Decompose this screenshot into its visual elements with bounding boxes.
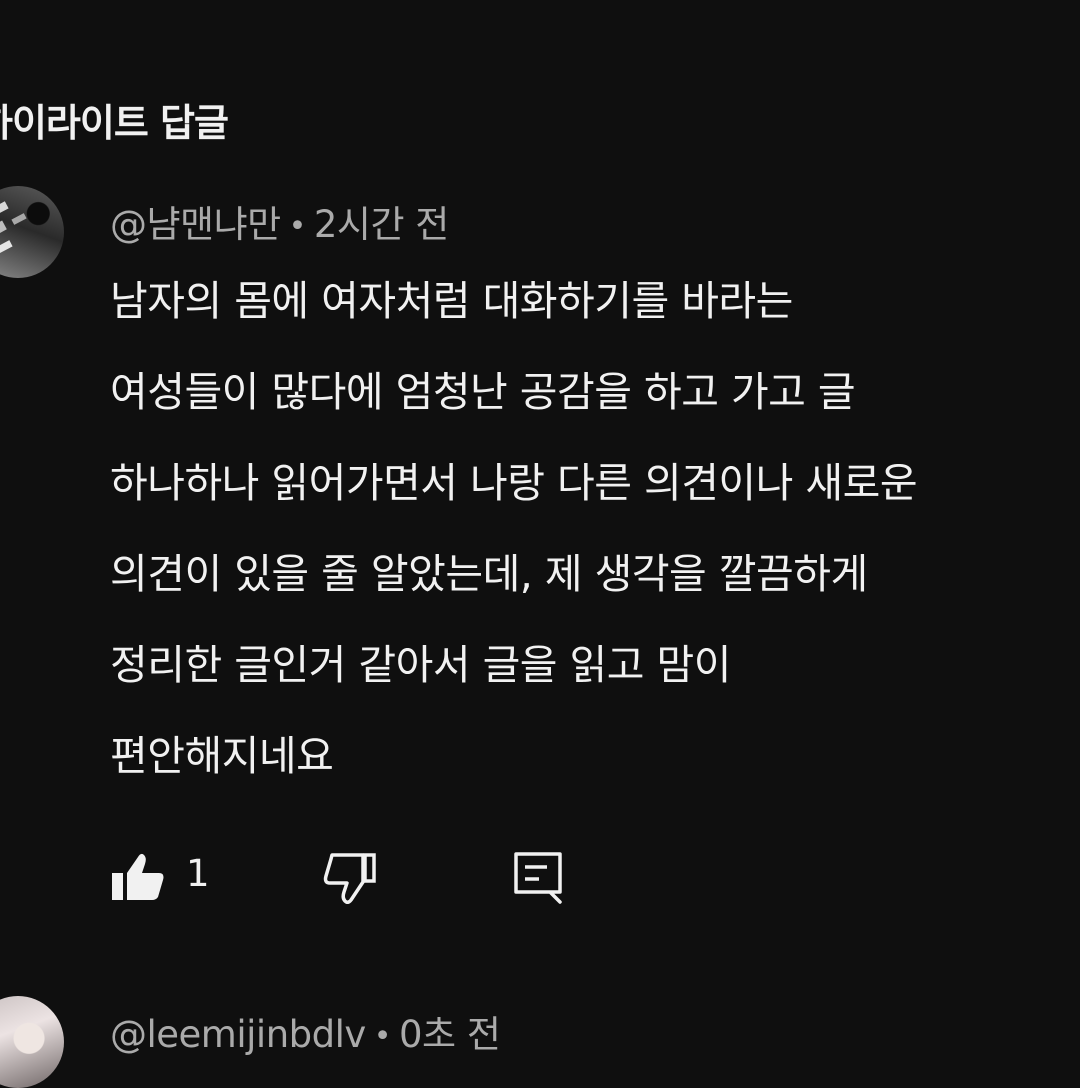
comment-timestamp: 2시간 전 xyxy=(313,203,449,246)
avatar[interactable] xyxy=(0,186,64,278)
meta-separator: • xyxy=(373,1019,392,1054)
like-count: 1 xyxy=(186,852,210,895)
comment-author[interactable]: @냠맨냐만 xyxy=(110,203,281,246)
comment-line: 편안해지네요 xyxy=(110,732,334,780)
thumbs-down-icon[interactable] xyxy=(320,850,378,906)
comment-line: 남자의 몸에 여자처럼 대화하기를 바라는 xyxy=(110,277,793,325)
comment-line: 여성들이 많다에 엄청난 공감을 하고 가고 글 xyxy=(110,368,856,416)
comment-body: 남자의 몸에 여자처럼 대화하기를 바라는 여성들이 많다에 엄청난 공감을 하… xyxy=(110,256,1080,802)
comment-line: 의견이 있을 줄 알았는데, 제 생각을 깔끔하게 xyxy=(110,550,868,598)
comment-line: 정리한 글인거 같아서 글을 읽고 맘이 xyxy=(110,641,731,689)
meta-separator: • xyxy=(288,209,307,244)
comment-author[interactable]: @leemijinbdlv xyxy=(110,1013,366,1056)
avatar[interactable] xyxy=(0,996,64,1088)
comment-line: 하나하나 읽어가면서 나랑 다른 의견이나 새로운 xyxy=(110,459,918,507)
thumbs-up-icon[interactable] xyxy=(110,850,168,906)
highlighted-replies-header: 하이라이트 답글 xyxy=(0,101,229,145)
comment-meta: @leemijinbdlv • 0초 전 xyxy=(110,1004,501,1058)
comment-meta: @냠맨냐만 • 2시간 전 xyxy=(110,194,449,248)
comment-timestamp: 0초 전 xyxy=(399,1013,501,1056)
reply-comment-icon[interactable] xyxy=(512,850,564,906)
